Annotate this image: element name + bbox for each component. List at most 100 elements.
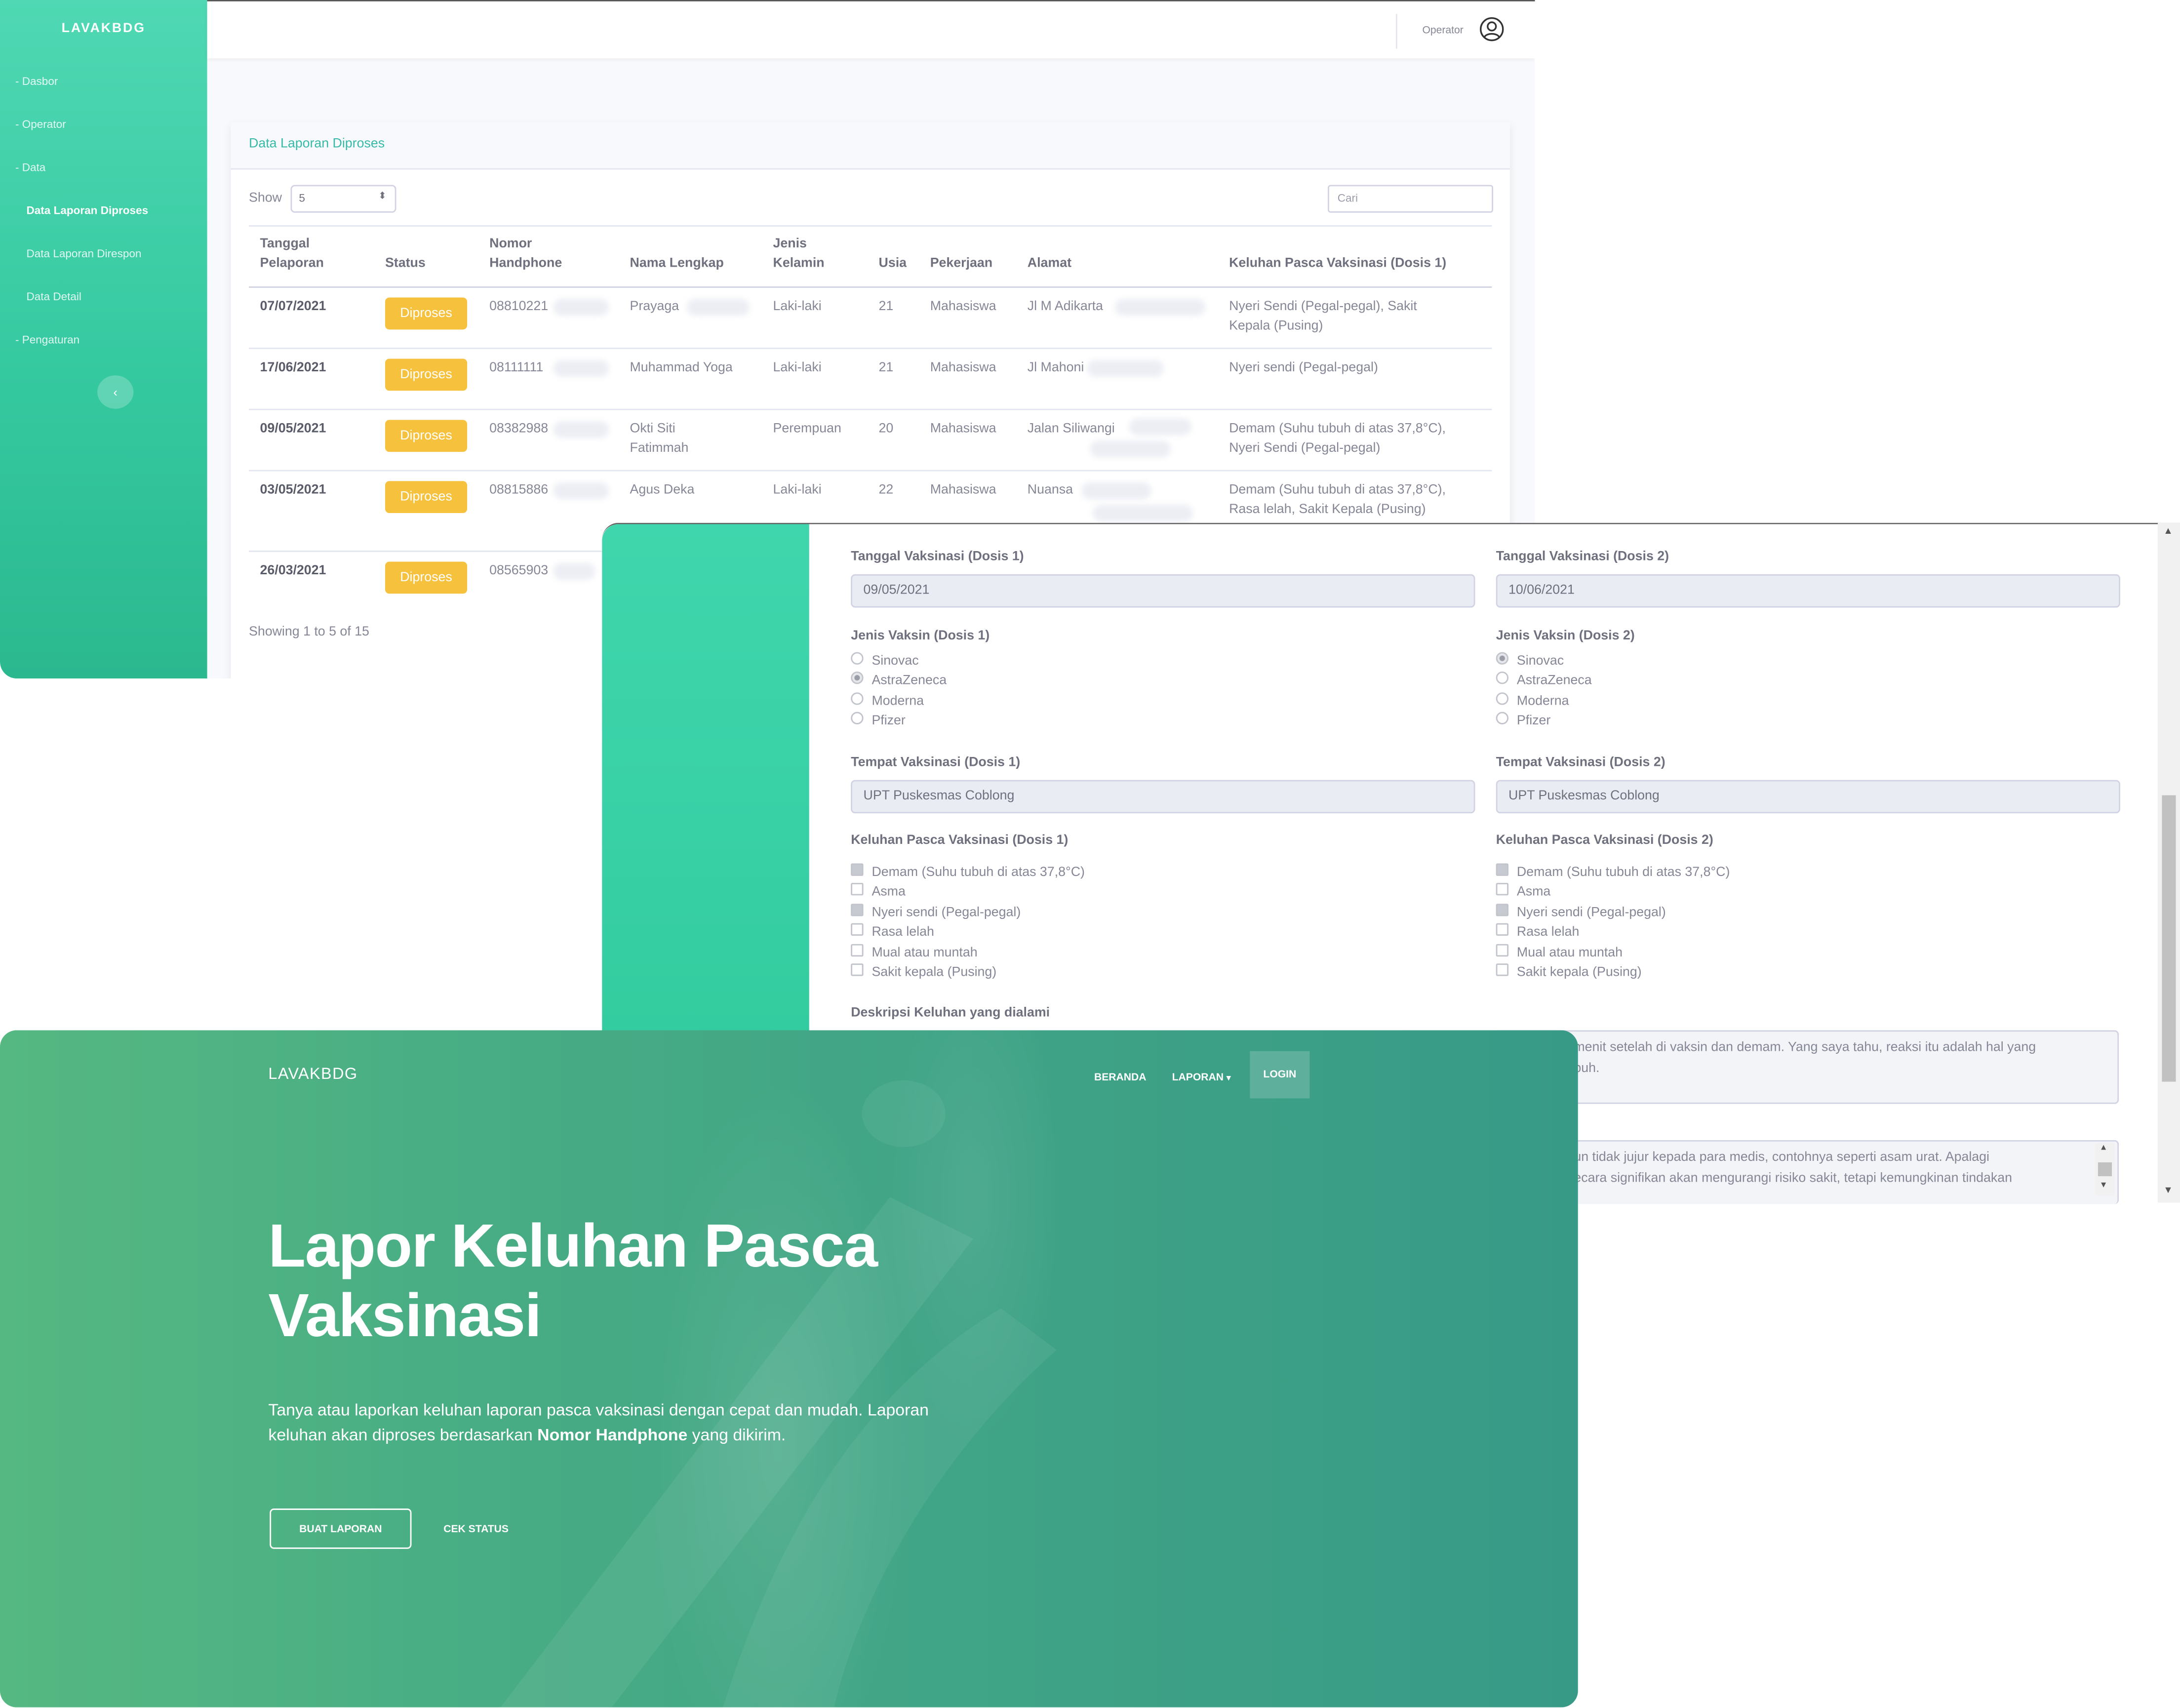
- nav-login-button[interactable]: LOGIN: [1250, 1051, 1310, 1099]
- checkbox-label: Sakit kepala (Pusing): [872, 965, 997, 981]
- col-header-tanggal-line1: Tanggal: [260, 236, 310, 252]
- operator-name[interactable]: Operator: [1422, 24, 1463, 36]
- checkbox-dosis-2-sakit-kepala[interactable]: Sakit kepala (Pusing): [1496, 963, 1642, 983]
- cell-tanggal: 09/05/2021: [260, 421, 326, 437]
- label-tanggal-dosis-2: Tanggal Vaksinasi (Dosis 2): [1496, 549, 1669, 565]
- sidebar-item-operator[interactable]: - Operator: [15, 118, 66, 130]
- sidebar-item-pengaturan[interactable]: - Pengaturan: [15, 334, 79, 346]
- scroll-up-icon[interactable]: ▲: [2100, 1144, 2108, 1152]
- landing-brand[interactable]: LAVAKBDG: [268, 1067, 357, 1083]
- checkbox-dosis-2-nyeri-sendi[interactable]: Nyeri sendi (Pegal-pegal): [1496, 904, 1666, 923]
- redaction: [686, 299, 750, 316]
- cell-alamat: Jl Mahoni: [1027, 360, 1084, 376]
- tempat-dosis-1-value: UPT Puskesmas Coblong: [863, 788, 1015, 804]
- checkbox-dosis-2-asma[interactable]: Asma: [1496, 882, 1550, 902]
- tempat-dosis-1-field[interactable]: UPT Puskesmas Coblong: [851, 780, 1475, 814]
- nav-beranda[interactable]: BERANDA: [1094, 1071, 1147, 1083]
- col-header-jenis[interactable]: Jenis Kelamin: [773, 235, 825, 274]
- radio-dosis-1-astrazeneca[interactable]: AstraZeneca: [851, 671, 947, 691]
- buat-laporan-button[interactable]: BUAT LAPORAN: [270, 1509, 412, 1549]
- sidebar-item-data-laporan-diproses[interactable]: Data Laporan Diproses: [26, 204, 148, 217]
- label-jenis-dosis-2: Jenis Vaksin (Dosis 2): [1496, 628, 1635, 644]
- admin-topbar: Operator: [207, 1, 1535, 59]
- radio-dosis-1-moderna[interactable]: Moderna: [851, 692, 924, 712]
- hero-subtitle-text-end: yang dikirim.: [687, 1425, 786, 1445]
- cell-jenis: Laki-laki: [773, 482, 822, 498]
- scroll-up-icon[interactable]: ▲: [2163, 527, 2173, 537]
- tanggal-dosis-1-field[interactable]: 09/05/2021: [851, 574, 1475, 608]
- screenshot-collage: LAVAKBDG - Dasbor - Operator - Data Data…: [0, 0, 2180, 1708]
- respon-textarea[interactable]: un tidak jujur kepada para medis, contoh…: [1494, 1140, 2119, 1204]
- col-header-nomor-line1: Nomor: [489, 236, 532, 252]
- sidebar-item-dasbor[interactable]: - Dasbor: [15, 75, 58, 87]
- checkbox-dosis-1-rasa-lelah[interactable]: Rasa lelah: [851, 923, 934, 943]
- table-header-border: [249, 286, 1492, 288]
- sidebar-collapse-button[interactable]: ‹: [97, 375, 134, 409]
- radio-dosis-1-pfizer[interactable]: Pfizer: [851, 712, 906, 731]
- radio-dosis-2-pfizer[interactable]: Pfizer: [1496, 712, 1550, 731]
- page-scroll-thumb[interactable]: [2162, 795, 2176, 1082]
- nav-laporan[interactable]: LAPORAN ▾: [1172, 1071, 1231, 1083]
- cell-alamat: Nuansa: [1027, 482, 1073, 498]
- col-header-pekerjaan[interactable]: Pekerjaan: [930, 254, 992, 274]
- label-tempat-dosis-1: Tempat Vaksinasi (Dosis 1): [851, 755, 1021, 770]
- page-scrollbar[interactable]: ▲ ▼: [2157, 522, 2180, 1203]
- search-input[interactable]: Cari: [1327, 185, 1494, 213]
- radio-selected-icon: [851, 671, 864, 684]
- sidebar-item-data-detail[interactable]: Data Detail: [26, 290, 81, 303]
- col-header-keluhan[interactable]: Keluhan Pasca Vaksinasi (Dosis 1): [1229, 254, 1446, 274]
- col-header-jenis-line2: Kelamin: [773, 256, 825, 272]
- checkbox-icon: [851, 963, 864, 976]
- status-badge: Diproses: [385, 297, 468, 330]
- redaction: [553, 299, 609, 316]
- checkbox-dosis-2-mual[interactable]: Mual atau muntah: [1496, 944, 1623, 963]
- scroll-down-icon[interactable]: ▼: [2163, 1186, 2173, 1196]
- checkbox-icon: [851, 923, 864, 936]
- col-header-tanggal[interactable]: Tanggal Pelaporan: [260, 235, 324, 274]
- checkbox-dosis-1-mual[interactable]: Mual atau muntah: [851, 944, 978, 963]
- radio-dosis-2-sinovac[interactable]: Sinovac: [1496, 652, 1564, 672]
- hero-subtitle-emphasis: Nomor Handphone: [537, 1425, 688, 1445]
- tempat-dosis-2-field[interactable]: UPT Puskesmas Coblong: [1496, 780, 2120, 814]
- status-badge: Diproses: [385, 481, 468, 513]
- hero-subtitle: Tanya atau laporkan keluhan laporan pasc…: [268, 1397, 936, 1447]
- sidebar-item-data[interactable]: - Data: [15, 161, 45, 174]
- cell-tanggal: 03/05/2021: [260, 482, 326, 498]
- col-header-nama[interactable]: Nama Lengkap: [630, 254, 724, 274]
- sidebar-brand[interactable]: LAVAKBDG: [0, 21, 207, 36]
- checkbox-dosis-2-rasa-lelah[interactable]: Rasa lelah: [1496, 923, 1579, 943]
- pagination-info: Showing 1 to 5 of 15: [249, 624, 369, 640]
- col-header-status[interactable]: Status: [385, 254, 426, 274]
- checkbox-dosis-2-demam[interactable]: Demam (Suhu tubuh di atas 37,8°C): [1496, 863, 1730, 883]
- checkbox-dosis-1-nyeri-sendi[interactable]: Nyeri sendi (Pegal-pegal): [851, 904, 1021, 923]
- radio-dosis-1-sinovac[interactable]: Sinovac: [851, 652, 919, 672]
- col-header-usia[interactable]: Usia: [879, 254, 907, 274]
- checkbox-dosis-1-demam[interactable]: Demam (Suhu tubuh di atas 37,8°C): [851, 863, 1085, 883]
- textarea-scrollbar[interactable]: ▲ ▼: [2095, 1143, 2115, 1196]
- checkbox-label: Sakit kepala (Pusing): [1516, 965, 1642, 981]
- scroll-down-icon[interactable]: ▼: [2100, 1182, 2108, 1190]
- checkbox-icon: [851, 882, 864, 896]
- cell-jenis: Perempuan: [773, 421, 841, 437]
- textarea-scroll-thumb[interactable]: [2098, 1162, 2112, 1177]
- col-header-alamat[interactable]: Alamat: [1028, 254, 1071, 274]
- checkbox-label: Asma: [872, 884, 906, 900]
- sidebar-item-data-laporan-direspon[interactable]: Data Laporan Direspon: [26, 247, 141, 260]
- entries-select[interactable]: 5 ⬍: [290, 185, 396, 213]
- checkbox-checked-icon: [1496, 863, 1509, 876]
- redaction: [1090, 440, 1171, 458]
- cell-jenis: Laki-laki: [773, 299, 822, 315]
- deskripsi-textarea[interactable]: menit setelah di vaksin dan demam. Yang …: [1494, 1030, 2119, 1104]
- checkbox-dosis-1-sakit-kepala[interactable]: Sakit kepala (Pusing): [851, 963, 996, 983]
- checkbox-checked-icon: [1496, 904, 1509, 916]
- radio-dosis-2-astrazeneca[interactable]: AstraZeneca: [1496, 671, 1592, 691]
- redaction: [553, 482, 609, 499]
- col-header-nomor[interactable]: Nomor Handphone: [489, 235, 562, 274]
- user-circle-icon[interactable]: [1479, 17, 1505, 42]
- radio-label: Sinovac: [1516, 653, 1564, 669]
- radio-dosis-2-moderna[interactable]: Moderna: [1496, 692, 1569, 712]
- radio-label: Sinovac: [872, 653, 919, 669]
- checkbox-dosis-1-asma[interactable]: Asma: [851, 882, 906, 902]
- tanggal-dosis-2-field[interactable]: 10/06/2021: [1496, 574, 2120, 608]
- cek-status-link[interactable]: CEK STATUS: [443, 1522, 509, 1535]
